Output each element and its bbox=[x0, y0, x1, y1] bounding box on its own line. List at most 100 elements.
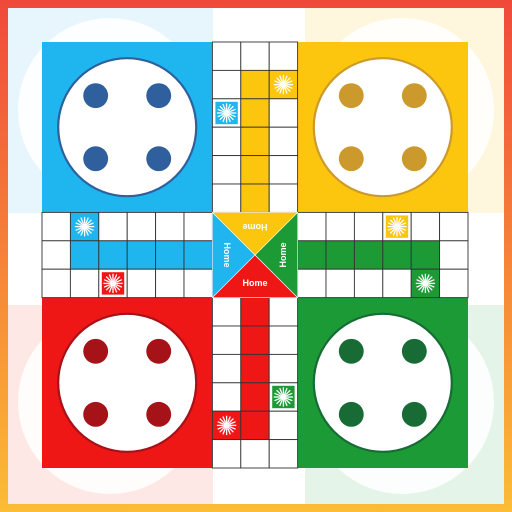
board-cell[interactable] bbox=[126, 211, 157, 242]
board-cell[interactable] bbox=[297, 268, 327, 299]
board-cell[interactable] bbox=[211, 69, 242, 100]
board-cell[interactable] bbox=[240, 183, 270, 213]
board-cell[interactable] bbox=[268, 41, 299, 71]
yard-yellow-circle bbox=[312, 57, 453, 198]
home-label-green: Home bbox=[278, 242, 288, 267]
board-cell[interactable] bbox=[382, 268, 412, 299]
board-cell[interactable] bbox=[297, 211, 327, 242]
board-cell[interactable] bbox=[183, 211, 213, 242]
board-cell[interactable] bbox=[211, 297, 242, 327]
board-cell[interactable] bbox=[211, 382, 242, 412]
yellow-token-3[interactable] bbox=[338, 146, 364, 172]
board-cell[interactable] bbox=[240, 325, 270, 355]
red-token-1[interactable] bbox=[83, 338, 109, 364]
board-cell[interactable] bbox=[268, 353, 299, 384]
board-cell[interactable] bbox=[268, 325, 299, 355]
board-cell[interactable] bbox=[126, 240, 157, 270]
star-core bbox=[223, 421, 231, 429]
blue-token-1[interactable] bbox=[83, 83, 109, 109]
board-cell[interactable] bbox=[268, 297, 299, 327]
yellow-token-4[interactable] bbox=[401, 146, 427, 172]
board-cell[interactable] bbox=[240, 69, 270, 100]
yard-yellow bbox=[297, 42, 468, 213]
blue-token-2[interactable] bbox=[146, 83, 172, 109]
board-cell[interactable] bbox=[240, 41, 270, 71]
board-cell[interactable] bbox=[41, 240, 71, 270]
board-cell[interactable] bbox=[98, 240, 128, 270]
board-cell[interactable] bbox=[268, 439, 299, 469]
red-token-4[interactable] bbox=[146, 401, 172, 427]
board-cell[interactable] bbox=[41, 268, 71, 299]
board-cell[interactable] bbox=[353, 240, 384, 270]
star-burst-icon bbox=[101, 272, 125, 295]
board-cell[interactable] bbox=[211, 126, 242, 157]
board-cell[interactable] bbox=[353, 211, 384, 242]
yellow-token-1[interactable] bbox=[338, 83, 364, 109]
board-cell[interactable] bbox=[268, 98, 299, 128]
board-cell[interactable] bbox=[240, 297, 270, 327]
board-cell[interactable] bbox=[325, 240, 355, 270]
red-token-3[interactable] bbox=[83, 401, 109, 427]
board-cell[interactable] bbox=[410, 211, 441, 242]
yellow-token-2[interactable] bbox=[401, 83, 427, 109]
board-cell[interactable] bbox=[211, 325, 242, 355]
board-cell[interactable] bbox=[382, 240, 412, 270]
yard-blue bbox=[42, 42, 213, 213]
board-cell[interactable] bbox=[240, 410, 270, 441]
board-cell[interactable] bbox=[211, 439, 242, 469]
board-cell[interactable] bbox=[69, 268, 100, 299]
board-cell[interactable] bbox=[439, 211, 469, 242]
star-burst-icon bbox=[385, 215, 409, 238]
board-cell[interactable] bbox=[126, 268, 157, 299]
board-cell[interactable] bbox=[155, 240, 185, 270]
green-token-4[interactable] bbox=[401, 401, 427, 427]
star-core bbox=[223, 109, 231, 117]
green-token-3[interactable] bbox=[338, 401, 364, 427]
board-cell[interactable] bbox=[211, 183, 242, 213]
board-cell[interactable] bbox=[268, 183, 299, 213]
board-cell[interactable] bbox=[410, 240, 441, 270]
star-burst-icon bbox=[215, 101, 238, 125]
red-token-2[interactable] bbox=[146, 338, 172, 364]
board-cell[interactable] bbox=[325, 211, 355, 242]
board-cell[interactable] bbox=[211, 41, 242, 71]
yard-green bbox=[297, 297, 468, 468]
star-burst-icon bbox=[215, 414, 238, 437]
board-cell[interactable] bbox=[211, 155, 242, 185]
board-cell[interactable] bbox=[268, 410, 299, 441]
board-cell[interactable] bbox=[98, 211, 128, 242]
board-cell[interactable] bbox=[240, 155, 270, 185]
board-cell[interactable] bbox=[325, 268, 355, 299]
board-cell[interactable] bbox=[297, 240, 327, 270]
board-cell[interactable] bbox=[268, 155, 299, 185]
home-center: Home Home Home Home bbox=[211, 211, 299, 299]
yard-red-circle bbox=[57, 312, 198, 453]
yard-blue-circle bbox=[57, 57, 198, 198]
board-cell[interactable] bbox=[268, 126, 299, 157]
green-token-2[interactable] bbox=[401, 338, 427, 364]
board-cell[interactable] bbox=[41, 211, 71, 242]
board-cell[interactable] bbox=[69, 240, 100, 270]
home-label-blue: Home bbox=[222, 242, 232, 267]
board-cell[interactable] bbox=[211, 353, 242, 384]
board-cell[interactable] bbox=[155, 211, 185, 242]
star-burst-icon bbox=[414, 272, 437, 295]
star-core bbox=[421, 279, 429, 287]
board-cell[interactable] bbox=[183, 240, 213, 270]
board-cell[interactable] bbox=[439, 240, 469, 270]
board-cell[interactable] bbox=[240, 126, 270, 157]
star-core bbox=[81, 223, 89, 231]
board-cell[interactable] bbox=[240, 439, 270, 469]
star-core bbox=[279, 81, 287, 89]
star-core bbox=[279, 393, 287, 401]
board-cell[interactable] bbox=[439, 268, 469, 299]
board-cell[interactable] bbox=[240, 353, 270, 384]
board-cell[interactable] bbox=[183, 268, 213, 299]
board-cell[interactable] bbox=[240, 98, 270, 128]
blue-token-4[interactable] bbox=[146, 146, 172, 172]
blue-token-3[interactable] bbox=[83, 146, 109, 172]
green-token-1[interactable] bbox=[338, 338, 364, 364]
board-cell[interactable] bbox=[240, 382, 270, 412]
board-cell[interactable] bbox=[155, 268, 185, 299]
board-cell[interactable] bbox=[353, 268, 384, 299]
